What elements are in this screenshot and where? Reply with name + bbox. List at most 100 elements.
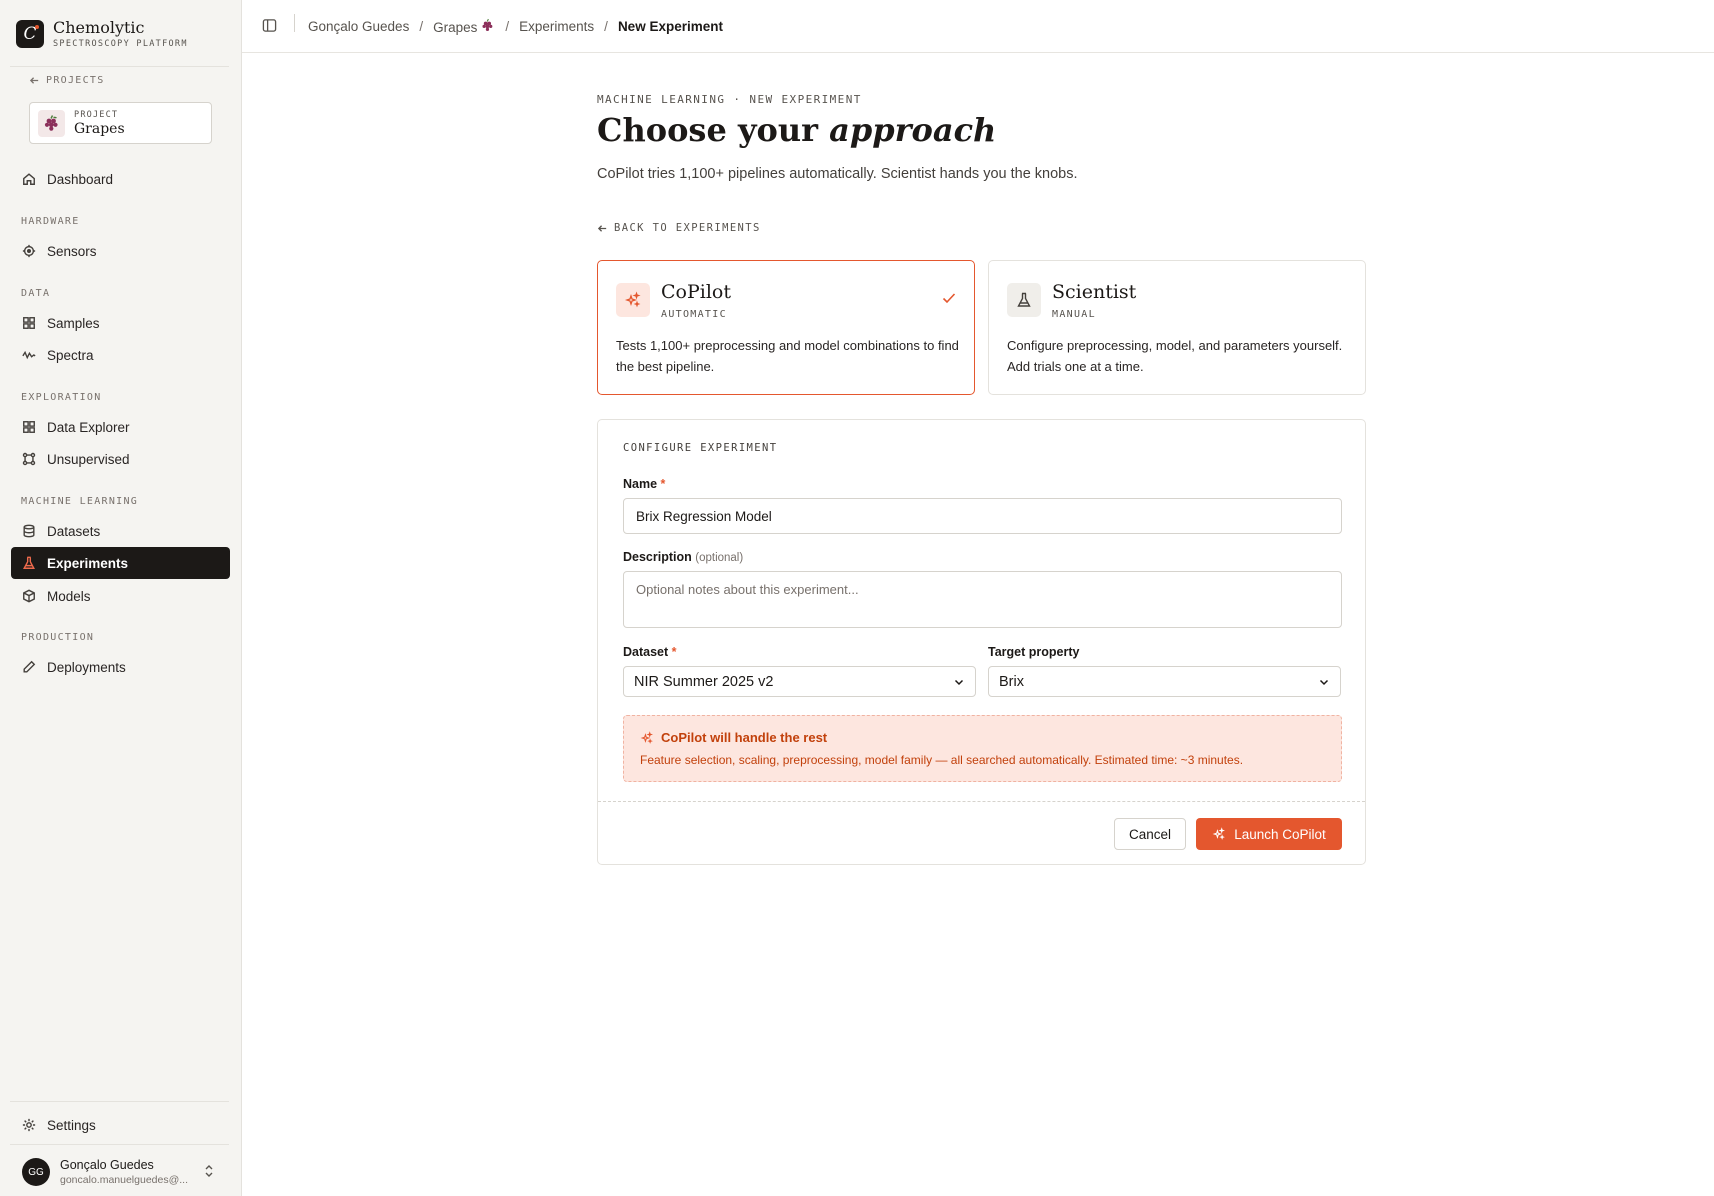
sidebar-item-label: Datasets <box>47 523 101 539</box>
page-subtitle: CoPilot tries 1,100+ pipelines automatic… <box>597 166 1078 182</box>
sidebar-item-label: Deployments <box>47 659 126 675</box>
cancel-button[interactable]: Cancel <box>1114 818 1186 850</box>
sparkle-icon <box>640 730 653 744</box>
breadcrumb-current: New Experiment <box>617 19 723 34</box>
sidebar: C Chemolytic SPECTROSCOPY PLATFORM PROJE… <box>0 0 242 1196</box>
flask-icon <box>23 556 35 569</box>
dataset-select[interactable]: NIR Summer 2025 v2 <box>623 666 976 697</box>
required-marker: * <box>671 645 677 659</box>
target-property-select[interactable]: Brix <box>988 666 1341 697</box>
user-email: goncalo.manuelguedes@... <box>60 1174 188 1186</box>
breadcrumb-separator: / <box>505 19 510 34</box>
sidebar-item-models[interactable]: Models <box>11 580 230 612</box>
mode-description: Configure preprocessing, model, and para… <box>1007 338 1343 374</box>
page-title-plain: Choose your <box>597 111 818 149</box>
launch-copilot-button[interactable]: Launch CoPilot <box>1196 818 1342 850</box>
sparkle-icon <box>1212 827 1226 840</box>
sidebar-item-label: Dashboard <box>47 171 114 187</box>
arrow-left-icon <box>29 77 39 84</box>
mode-name: CoPilot <box>661 281 731 303</box>
breadcrumb-separator: / <box>419 19 424 34</box>
sensor-icon <box>22 244 36 258</box>
back-to-projects-label: PROJECTS <box>46 75 105 86</box>
sidebar-item-dashboard[interactable]: Dashboard <box>11 163 230 195</box>
sidebar-item-experiments[interactable]: Experiments <box>11 547 230 579</box>
mode-card-copilot[interactable]: CoPilot AUTOMATIC Tests 1,100+ preproces… <box>597 260 975 395</box>
description-label-text: Description <box>623 550 692 564</box>
home-icon <box>23 173 35 185</box>
sidebar-item-label: Unsupervised <box>47 451 130 467</box>
sidebar-item-samples[interactable]: Samples <box>11 307 230 339</box>
target-property-value: Brix <box>999 673 1024 690</box>
grid-icon <box>23 317 35 329</box>
configure-panel: CONFIGURE EXPERIMENT Name * Description … <box>597 419 1366 865</box>
section-machine-learning: MACHINE LEARNING <box>21 496 139 507</box>
dataset-label: Dataset * <box>623 645 677 659</box>
optional-marker: (optional) <box>695 552 744 564</box>
callout-body: Feature selection, scaling, preprocessin… <box>640 753 1244 767</box>
sidebar-item-settings[interactable]: Settings <box>11 1109 230 1141</box>
user-menu[interactable]: GG Gonçalo Guedes goncalo.manuelguedes@.… <box>22 1158 222 1186</box>
mode-description: Tests 1,100+ preprocessing and model com… <box>616 338 959 374</box>
arrow-left-icon <box>597 224 607 232</box>
sidebar-item-label: Samples <box>47 315 100 331</box>
sidebar-item-label: Sensors <box>47 243 97 259</box>
sidebar-item-data-explorer[interactable]: Data Explorer <box>11 411 230 443</box>
sidebar-item-datasets[interactable]: Datasets <box>11 515 230 547</box>
back-to-experiments-link[interactable]: BACK TO EXPERIMENTS <box>597 222 761 234</box>
name-input[interactable] <box>623 498 1342 534</box>
top-bar: Gonçalo Guedes / Grapes / Experiments / … <box>242 0 1714 53</box>
dataset-label-text: Dataset <box>623 645 669 659</box>
sidebar-item-spectra[interactable]: Spectra <box>11 339 230 371</box>
sidebar-item-sensors[interactable]: Sensors <box>11 235 230 267</box>
breadcrumb-experiments[interactable]: Experiments <box>519 19 594 34</box>
brand[interactable]: C Chemolytic SPECTROSCOPY PLATFORM <box>16 18 188 49</box>
name-label-text: Name <box>623 477 658 491</box>
sidebar-item-label: Spectra <box>47 347 94 363</box>
page-title: Choose your approach <box>597 111 996 149</box>
required-marker: * <box>660 477 666 491</box>
avatar: GG <box>22 1158 50 1186</box>
cube-icon <box>23 589 35 603</box>
name-label: Name * <box>623 477 665 491</box>
back-to-projects-link[interactable]: PROJECTS <box>29 75 105 86</box>
brand-name: Chemolytic <box>53 18 145 37</box>
copilot-info-callout: CoPilot will handle the rest Feature sel… <box>623 715 1342 782</box>
gear-icon <box>22 1118 36 1132</box>
waveform-icon <box>22 350 36 360</box>
database-icon <box>23 524 35 538</box>
target-property-label: Target property <box>988 645 1080 659</box>
page-eyebrow: MACHINE LEARNING · NEW EXPERIMENT <box>597 93 862 106</box>
mode-card-scientist[interactable]: Scientist MANUAL Configure preprocessing… <box>988 260 1366 395</box>
page-title-italic: approach <box>829 111 997 149</box>
top-bar-divider <box>294 14 295 32</box>
sidebar-item-unsupervised[interactable]: Unsupervised <box>11 443 230 475</box>
dataset-select-value: NIR Summer 2025 v2 <box>634 673 774 690</box>
sidebar-toggle-icon[interactable] <box>262 18 277 33</box>
grape-icon <box>38 109 65 137</box>
brand-subtitle: SPECTROSCOPY PLATFORM <box>53 39 188 49</box>
sidebar-item-label: Models <box>47 588 91 604</box>
project-name: Grapes <box>74 120 125 137</box>
sidebar-divider <box>10 1144 229 1145</box>
section-hardware: HARDWARE <box>21 216 80 227</box>
sidebar-divider <box>10 66 229 67</box>
pencil-icon <box>23 660 36 673</box>
grape-icon <box>481 18 495 35</box>
flask-icon <box>1007 283 1041 317</box>
section-data: DATA <box>21 288 51 299</box>
description-input[interactable] <box>623 571 1342 628</box>
callout-title: CoPilot will handle the rest <box>661 730 828 745</box>
project-selector[interactable]: PROJECT Grapes <box>29 102 212 144</box>
sidebar-divider <box>10 1101 229 1102</box>
breadcrumb-user[interactable]: Gonçalo Guedes <box>308 19 409 34</box>
breadcrumb-separator: / <box>604 19 608 34</box>
user-name: Gonçalo Guedes <box>60 1158 154 1172</box>
back-to-experiments-label: BACK TO EXPERIMENTS <box>614 222 761 234</box>
chevron-down-icon <box>1318 676 1330 692</box>
breadcrumb-project[interactable]: Grapes <box>433 18 495 35</box>
mode-subtitle: MANUAL <box>1052 309 1096 320</box>
sidebar-item-deployments[interactable]: Deployments <box>11 651 230 683</box>
sidebar-item-label: Settings <box>47 1117 96 1133</box>
grid-icon <box>23 421 35 433</box>
